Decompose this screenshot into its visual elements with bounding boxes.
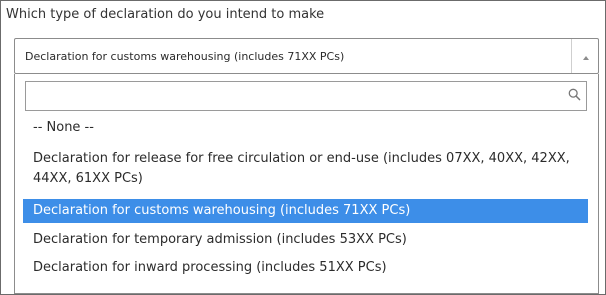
select-current-value: Declaration for customs warehousing (inc… — [25, 50, 345, 63]
option-label: Declaration for release for free circula… — [33, 151, 570, 186]
option-inward-processing[interactable]: Declaration for inward processing (inclu… — [23, 258, 588, 280]
question-label: Which type of declaration do you intend … — [6, 7, 325, 22]
option-none[interactable]: -- None -- — [23, 118, 588, 140]
select-divider — [571, 39, 572, 73]
search-icon — [568, 88, 581, 101]
option-label: Declaration for customs warehousing (inc… — [33, 203, 411, 218]
caret-up-icon[interactable] — [583, 56, 589, 60]
option-customs-warehousing[interactable]: Declaration for customs warehousing (inc… — [23, 199, 588, 223]
option-label: -- None -- — [33, 120, 94, 135]
dropdown-search-input[interactable] — [25, 81, 587, 111]
option-label: Declaration for inward processing (inclu… — [33, 260, 387, 275]
declaration-type-select[interactable]: Declaration for customs warehousing (inc… — [14, 38, 599, 74]
declaration-type-panel: Which type of declaration do you intend … — [0, 0, 606, 295]
option-temporary-admission[interactable]: Declaration for temporary admission (inc… — [23, 230, 588, 252]
option-label: Declaration for temporary admission (inc… — [33, 232, 407, 247]
declaration-type-dropdown: -- None -- Declaration for release for f… — [14, 74, 599, 294]
option-release-free-circulation[interactable]: Declaration for release for free circula… — [23, 149, 588, 193]
